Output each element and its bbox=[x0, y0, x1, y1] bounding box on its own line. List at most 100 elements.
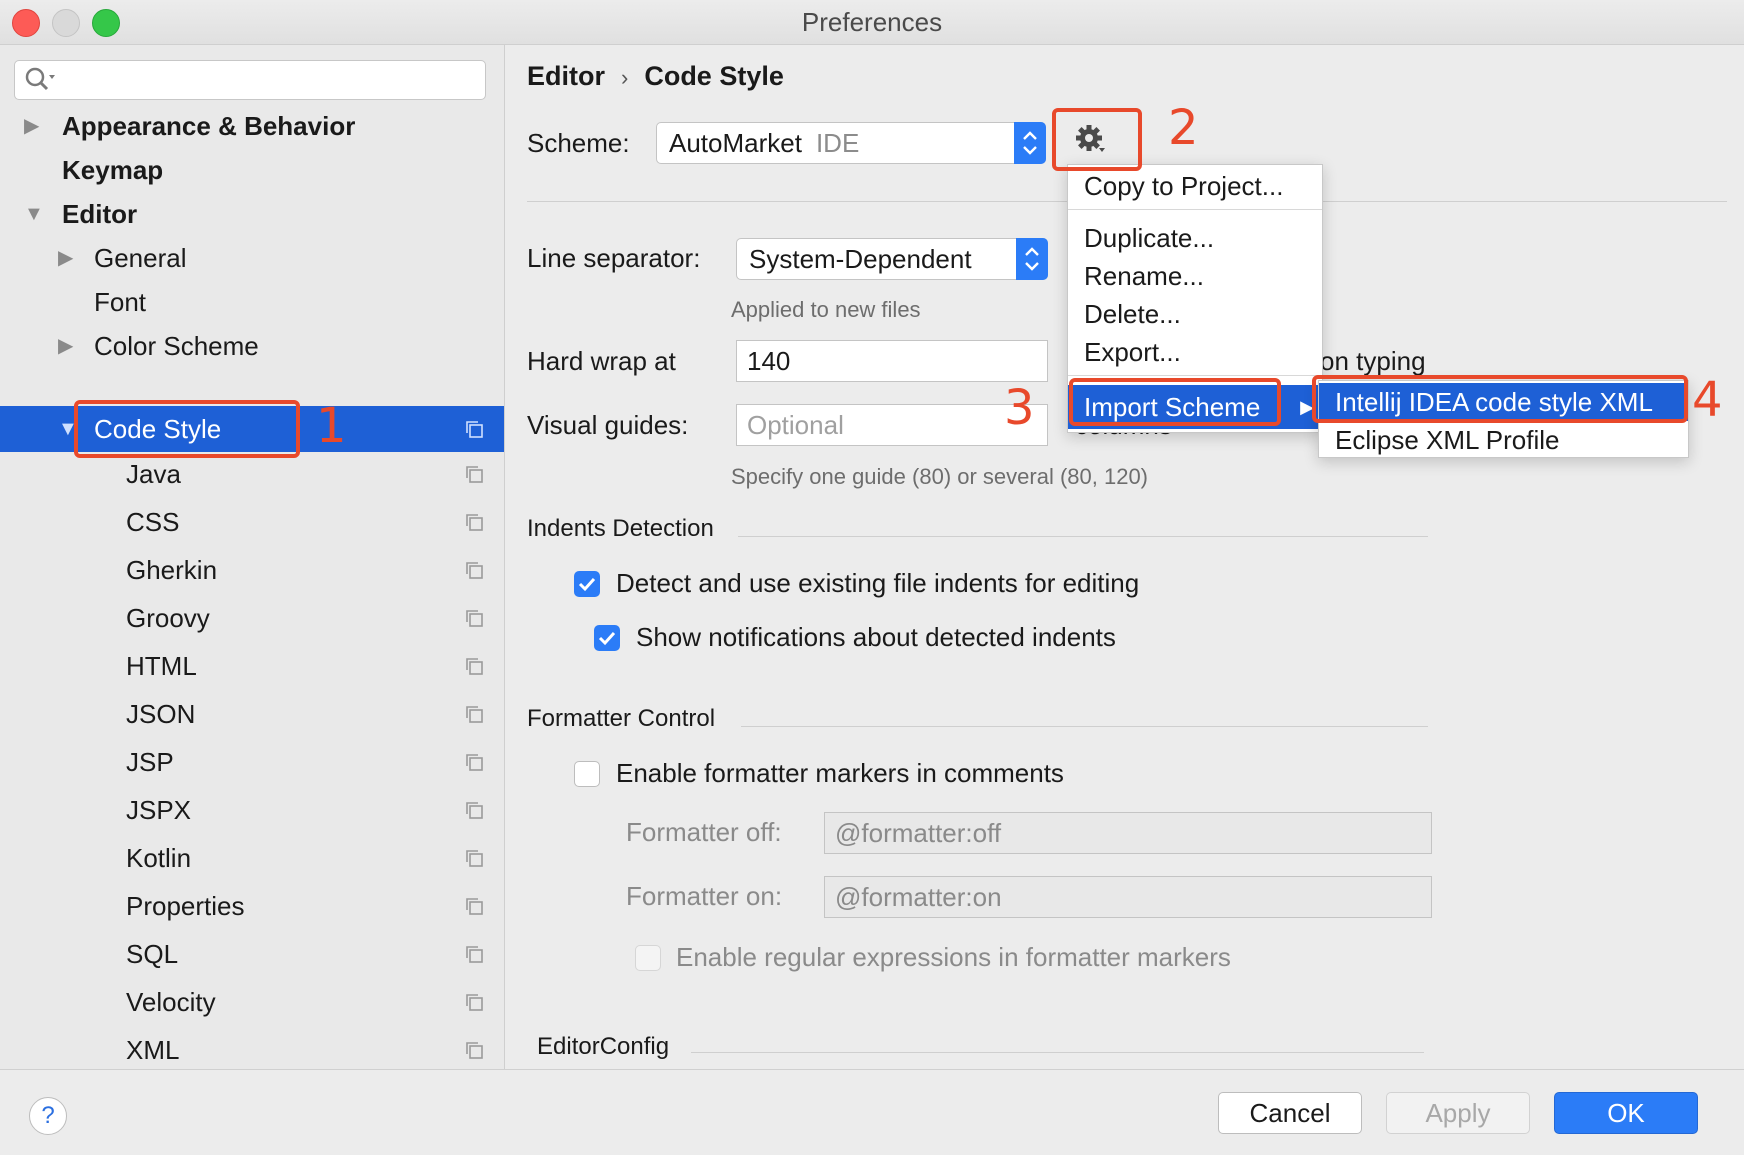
regex-formatter-markers-checkbox[interactable] bbox=[635, 945, 661, 971]
sidebar-item-label: Gherkin bbox=[126, 555, 218, 585]
copy-icon bbox=[466, 421, 483, 438]
sidebar-item-html[interactable]: HTML bbox=[0, 643, 504, 689]
sidebar-item-label: Editor bbox=[62, 199, 138, 229]
menu-item-copy-to-project[interactable]: Copy to Project... bbox=[1068, 167, 1322, 205]
menu-item-duplicate[interactable]: Duplicate... bbox=[1068, 219, 1322, 257]
sidebar-item-label: Groovy bbox=[126, 603, 210, 633]
sidebar-item-properties[interactable]: Properties bbox=[0, 883, 504, 929]
hard-wrap-label: Hard wrap at bbox=[527, 346, 676, 376]
formatter-on-input[interactable]: @formatter:on bbox=[824, 876, 1432, 918]
help-icon[interactable]: ? bbox=[29, 1097, 67, 1135]
sidebar-item-label: SQL bbox=[126, 939, 179, 969]
line-separator-select[interactable]: System-Dependent bbox=[736, 238, 1048, 280]
scheme-label: Scheme: bbox=[527, 128, 630, 158]
menu-item-eclipse-xml[interactable]: Eclipse XML Profile bbox=[1319, 421, 1688, 459]
expand-arrow-icon[interactable]: ▶ bbox=[58, 235, 73, 281]
sidebar-item-sql[interactable]: SQL bbox=[0, 931, 504, 977]
breadcrumb-parent[interactable]: Editor bbox=[527, 61, 605, 91]
divider bbox=[738, 536, 1428, 537]
copy-icon bbox=[466, 898, 483, 915]
scheme-name: AutoMarket bbox=[669, 128, 802, 158]
menu-item-delete[interactable]: Delete... bbox=[1068, 295, 1322, 333]
sidebar-item-velocity[interactable]: Velocity bbox=[0, 979, 504, 1025]
visual-guides-hint: Specify one guide (80) or several (80, 1… bbox=[731, 464, 1149, 489]
divider bbox=[691, 1052, 1424, 1053]
sidebar-item-label: General bbox=[94, 243, 187, 273]
divider bbox=[741, 726, 1428, 727]
annotation-box-4 bbox=[1312, 375, 1688, 423]
line-separator-hint: Applied to new files bbox=[731, 297, 921, 322]
sidebar-item-groovy[interactable]: Groovy bbox=[0, 595, 504, 641]
show-indent-notifications-checkbox[interactable] bbox=[594, 625, 620, 651]
apply-button[interactable]: Apply bbox=[1386, 1092, 1530, 1134]
menu-item-rename[interactable]: Rename... bbox=[1068, 257, 1322, 295]
copy-icon bbox=[466, 1042, 483, 1059]
copy-icon bbox=[466, 850, 483, 867]
visual-guides-label: Visual guides: bbox=[527, 410, 689, 440]
detect-indents-checkbox[interactable] bbox=[574, 571, 600, 597]
sidebar-item-appearance-behavior[interactable]: ▶ Appearance & Behavior bbox=[0, 103, 504, 149]
sidebar-item-xml[interactable]: XML bbox=[0, 1027, 504, 1069]
show-indent-notifications-label[interactable]: Show notifications about detected indent… bbox=[636, 622, 1116, 653]
sidebar-item-label: CSS bbox=[126, 507, 180, 537]
chevron-updown-icon bbox=[1014, 122, 1046, 164]
menu-item-export[interactable]: Export... bbox=[1068, 333, 1322, 371]
line-separator-label: Line separator: bbox=[527, 243, 701, 273]
annotation-number-1: 1 bbox=[316, 398, 347, 454]
annotation-box-3 bbox=[1069, 378, 1281, 426]
sidebar-item-label: JSON bbox=[126, 699, 196, 729]
hard-wrap-input[interactable]: 140 bbox=[736, 340, 1048, 382]
sidebar-item-jsp[interactable]: JSP bbox=[0, 739, 504, 785]
collapse-arrow-icon[interactable]: ▼ bbox=[24, 191, 44, 237]
title-bar: Preferences bbox=[0, 0, 1744, 45]
menu-separator bbox=[1068, 375, 1322, 376]
annotation-number-2: 2 bbox=[1168, 100, 1199, 156]
scheme-tag: IDE bbox=[815, 128, 860, 158]
expand-arrow-icon[interactable]: ▶ bbox=[24, 103, 39, 149]
sidebar-item-label: Appearance & Behavior bbox=[62, 111, 356, 141]
formatter-off-input[interactable]: @formatter:off bbox=[824, 812, 1432, 854]
sidebar-item-label: Properties bbox=[126, 891, 245, 921]
regex-formatter-markers-label[interactable]: Enable regular expressions in formatter … bbox=[676, 942, 1231, 973]
sidebar-item-label: XML bbox=[126, 1035, 180, 1065]
sidebar-item-kotlin[interactable]: Kotlin bbox=[0, 835, 504, 881]
sidebar-item-general[interactable]: ▶ General bbox=[0, 235, 504, 281]
copy-icon bbox=[466, 802, 483, 819]
scheme-select[interactable]: AutoMarket IDE bbox=[656, 122, 1046, 164]
enable-formatter-markers-label[interactable]: Enable formatter markers in comments bbox=[616, 758, 1064, 789]
sidebar-item-label: JSP bbox=[126, 747, 174, 777]
formatter-control-title: Formatter Control bbox=[527, 705, 716, 732]
search-icon[interactable] bbox=[23, 65, 59, 95]
ok-button[interactable]: OK bbox=[1554, 1092, 1698, 1134]
visual-guides-input[interactable]: Optional bbox=[736, 404, 1048, 446]
sidebar-item-label: Velocity bbox=[126, 987, 216, 1017]
annotation-box-2 bbox=[1052, 108, 1142, 171]
sidebar-item-label: Color Scheme bbox=[94, 331, 259, 361]
sidebar-item-gherkin[interactable]: Gherkin bbox=[0, 547, 504, 593]
indents-detection-title: Indents Detection bbox=[527, 515, 714, 542]
sidebar-item-keymap[interactable]: Keymap bbox=[0, 147, 504, 193]
window-title: Preferences bbox=[801, 7, 943, 37]
sidebar-item-editor[interactable]: ▼ Editor bbox=[0, 191, 504, 237]
sidebar-item-jspx[interactable]: JSPX bbox=[0, 787, 504, 833]
expand-arrow-icon[interactable]: ▶ bbox=[58, 323, 73, 369]
formatter-on-label: Formatter on: bbox=[626, 881, 783, 911]
breadcrumb-separator: › bbox=[621, 65, 629, 90]
annotation-number-3: 3 bbox=[1004, 380, 1035, 436]
sidebar-item-json[interactable]: JSON bbox=[0, 691, 504, 737]
detect-indents-label[interactable]: Detect and use existing file indents for… bbox=[616, 568, 1139, 599]
settings-search-input[interactable] bbox=[14, 60, 486, 100]
sidebar-item-font[interactable]: Font bbox=[0, 279, 504, 325]
enable-formatter-markers-checkbox[interactable] bbox=[574, 761, 600, 787]
cancel-button[interactable]: Cancel bbox=[1218, 1092, 1362, 1134]
hard-wrap-trailing-text: on typing bbox=[1320, 346, 1426, 376]
copy-icon bbox=[466, 994, 483, 1011]
copy-icon bbox=[466, 466, 483, 483]
copy-icon bbox=[466, 514, 483, 531]
annotation-number-4: 4 bbox=[1692, 372, 1723, 428]
settings-sidebar: ▶ Appearance & Behavior Keymap ▼ Editor … bbox=[0, 45, 505, 1069]
dialog-footer: ? Cancel Apply OK bbox=[0, 1069, 1744, 1155]
sidebar-item-color-scheme[interactable]: ▶ Color Scheme bbox=[0, 323, 504, 369]
sidebar-item-label: Keymap bbox=[62, 155, 164, 185]
sidebar-item-css[interactable]: CSS bbox=[0, 499, 504, 545]
